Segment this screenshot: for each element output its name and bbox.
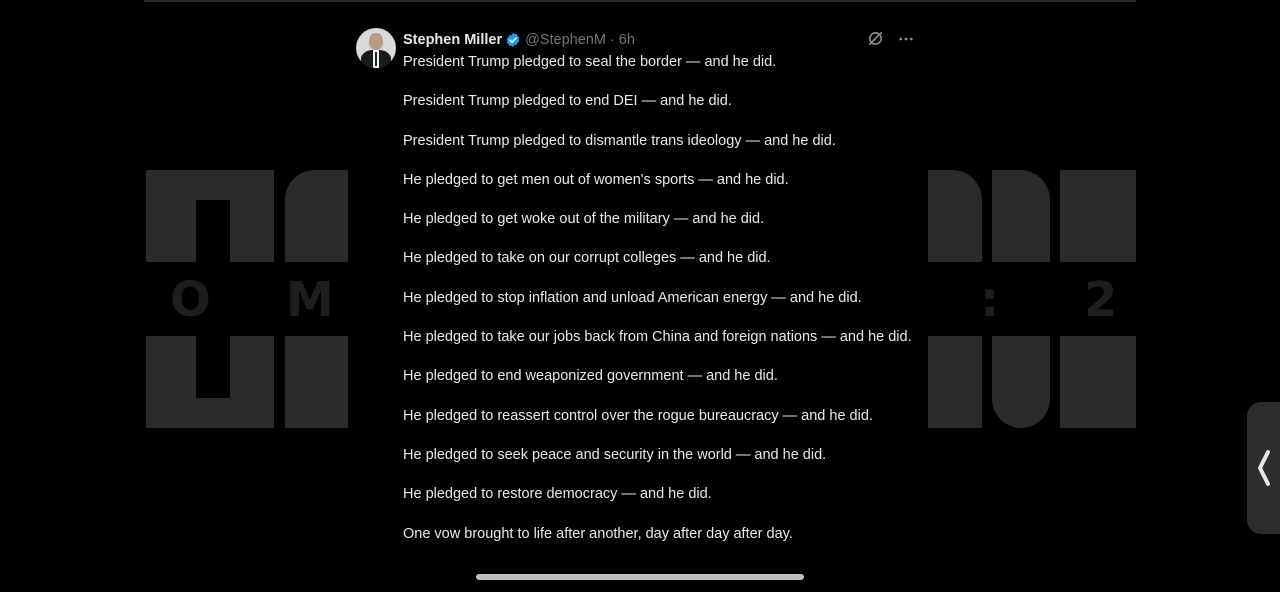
tweet-paragraph: President Trump pledged to end DEI — and… — [403, 93, 732, 110]
verified-badge-icon — [505, 32, 521, 48]
tweet-paragraph: He pledged to restore democracy — and he… — [403, 486, 712, 503]
author-handle[interactable]: @StephenM — [525, 32, 606, 48]
background-letter: 2 — [1084, 272, 1118, 328]
tweet-paragraph: He pledged to take on our corrupt colleg… — [403, 250, 771, 267]
tweet-paragraph: He pledged to end weaponized government … — [403, 368, 778, 385]
background-letter: M — [286, 272, 334, 328]
grok-icon[interactable] — [867, 30, 884, 47]
chevron-left-icon — [1256, 448, 1272, 493]
video-top-edge — [144, 0, 1136, 2]
background-letter: : — [980, 272, 1000, 328]
tweet-header-actions — [867, 30, 914, 47]
tweet-header: Stephen Miller @StephenM · 6h — [403, 30, 635, 50]
tweet-paragraph: He pledged to take our jobs back from Ch… — [403, 329, 912, 346]
author-name[interactable]: Stephen Miller — [403, 32, 502, 48]
background-letter: O — [170, 272, 211, 328]
tweet-paragraph: He pledged to get woke out of the milita… — [403, 211, 765, 228]
tweet-paragraph: President Trump pledged to seal the bord… — [403, 54, 777, 70]
tweet-card[interactable]: Stephen Miller @StephenM · 6h President … — [348, 20, 928, 580]
tweet-paragraph: One vow brought to life after another, d… — [403, 525, 793, 542]
tweet-paragraph: President Trump pledged to dismantle tra… — [403, 132, 836, 149]
separator-dot: · — [609, 32, 615, 48]
avatar[interactable] — [356, 28, 396, 68]
side-panel-tab[interactable] — [1247, 402, 1280, 534]
tweet-paragraph: He pledged to stop inflation and unload … — [403, 289, 862, 306]
tweet-paragraph: He pledged to seek peace and security in… — [403, 446, 827, 463]
tweet-text: President Trump pledged to seal the bord… — [403, 53, 913, 564]
tweet-paragraph: He pledged to get men out of women's spo… — [403, 171, 789, 188]
home-indicator[interactable] — [476, 574, 804, 580]
tweet-paragraph: He pledged to reassert control over the … — [403, 407, 873, 424]
more-options-icon[interactable] — [898, 31, 914, 47]
post-time[interactable]: 6h — [619, 32, 635, 48]
